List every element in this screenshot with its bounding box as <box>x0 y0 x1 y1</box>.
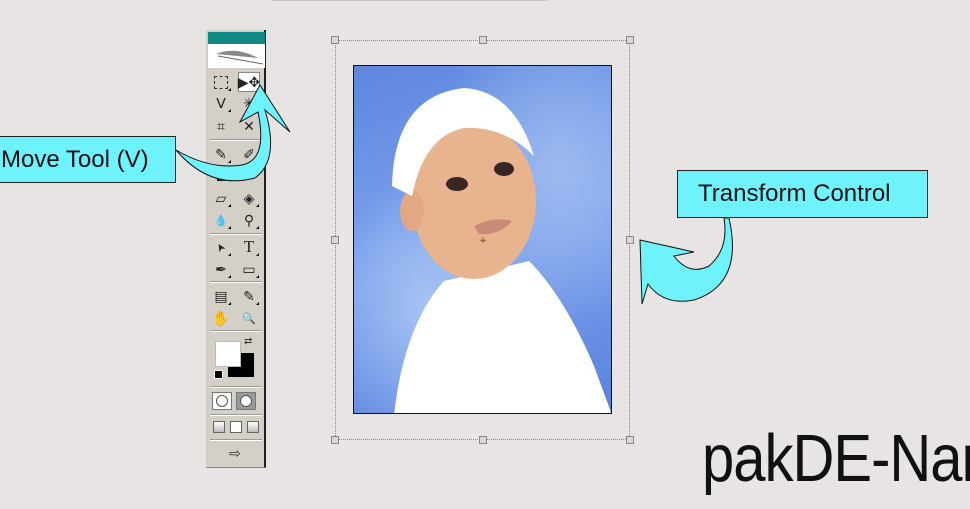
quick-mask-icon <box>240 395 252 407</box>
foreground-color-swatch[interactable] <box>215 341 241 367</box>
full-screen-mode-button[interactable] <box>247 421 259 433</box>
pen-icon: ✒ <box>215 260 227 277</box>
gradient-tool[interactable]: ◈ <box>238 188 260 208</box>
standard-screen-mode-button[interactable] <box>213 421 225 433</box>
paint-bucket-icon: ◈ <box>243 189 255 206</box>
reference-point-icon[interactable]: ⌖ <box>477 234 489 246</box>
transform-control-callout: Transform Control <box>677 170 928 218</box>
shape-tool[interactable]: ▭ <box>238 259 260 279</box>
blur-tool[interactable]: 💧 <box>210 210 232 230</box>
transform-handle-bottom-right[interactable] <box>626 436 634 444</box>
notes-icon: ▤ <box>214 287 228 304</box>
move-tool-curved-arrow-icon <box>175 84 291 182</box>
feather-icon <box>216 50 264 65</box>
toolbox-separator <box>210 330 262 332</box>
zoom-tool[interactable]: 🔍 <box>238 308 260 328</box>
toolbox-separator <box>210 386 262 388</box>
transform-handle-bottom[interactable] <box>479 436 487 444</box>
transform-handle-bottom-left[interactable] <box>331 436 339 444</box>
type-icon: T <box>243 237 255 256</box>
dodge-tool[interactable]: ⚲ <box>238 210 260 230</box>
default-colors-icon[interactable] <box>214 370 223 379</box>
transform-control-callout-text: Transform Control <box>698 180 891 207</box>
rectangle-icon: ▭ <box>242 260 256 277</box>
transform-curved-arrow-icon <box>639 217 733 305</box>
move-tool-callout: Move Tool (V) <box>0 136 176 183</box>
standard-mode-button[interactable] <box>212 392 232 410</box>
toolbox-title-bar[interactable] <box>208 32 265 44</box>
path-selection-tool[interactable]: ➤ <box>210 237 232 257</box>
drop-icon: 💧 <box>214 214 228 227</box>
eyedropper-icon: ✎ <box>243 287 255 304</box>
top-edge <box>272 0 547 1</box>
toolbox-separator <box>210 233 262 235</box>
hand-tool[interactable]: ✋ <box>210 308 232 328</box>
eraser-tool[interactable]: ▱ <box>210 188 232 208</box>
transform-handle-top-left[interactable] <box>331 36 339 44</box>
hand-icon: ✋ <box>212 309 230 326</box>
toolbox-separator <box>210 439 262 441</box>
dodge-icon: ⚲ <box>243 211 255 228</box>
transform-handle-top[interactable] <box>479 36 487 44</box>
watermark-text: pakDE-Nant <box>702 421 970 496</box>
arrow-icon: ➤ <box>213 239 229 254</box>
quick-mask-mode-button[interactable] <box>236 392 256 410</box>
swap-colors-icon[interactable]: ⇄ <box>244 336 252 347</box>
feather-logo[interactable] <box>208 44 265 68</box>
move-tool-callout-text: Move Tool (V) <box>1 145 149 173</box>
standard-mode-icon <box>216 395 228 407</box>
eyedropper-tool[interactable]: ✎ <box>238 286 260 306</box>
full-screen-menu-mode-button[interactable] <box>230 421 242 433</box>
transform-handle-top-right[interactable] <box>626 36 634 44</box>
magnifier-icon: 🔍 <box>242 312 256 325</box>
transform-handle-left[interactable] <box>331 236 339 244</box>
transform-handle-right[interactable] <box>626 236 634 244</box>
toolbox-separator <box>210 281 262 283</box>
eraser-icon: ▱ <box>215 189 227 206</box>
type-tool[interactable]: T <box>238 237 260 257</box>
notes-tool[interactable]: ▤ <box>210 286 232 306</box>
toolbox-separator <box>210 414 262 416</box>
pen-tool[interactable]: ✒ <box>210 259 232 279</box>
jump-to-imageready-button[interactable]: ⇨ <box>214 444 256 462</box>
jump-icon: ⇨ <box>229 444 241 461</box>
